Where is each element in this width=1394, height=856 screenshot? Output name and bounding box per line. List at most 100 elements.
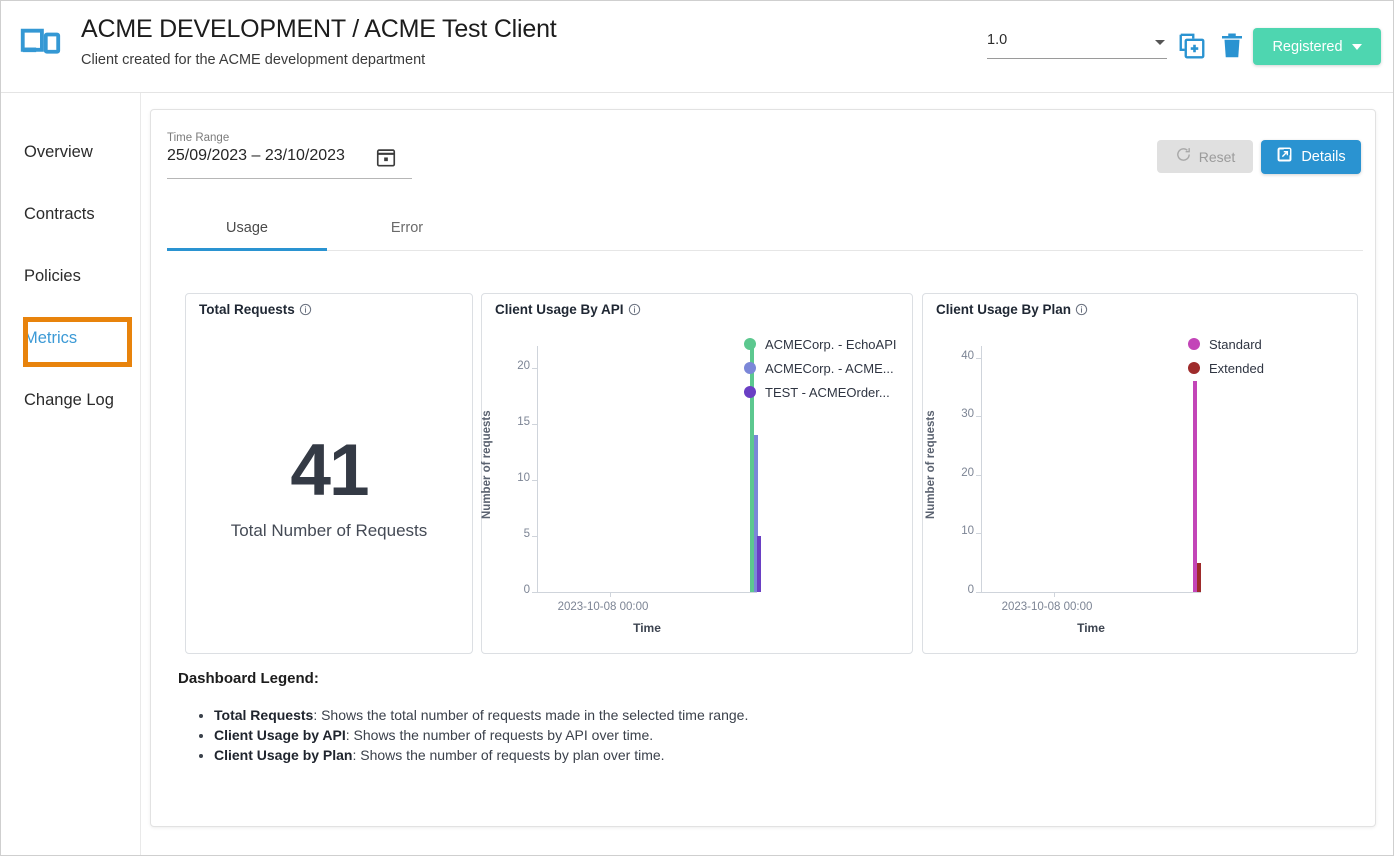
devices-icon — [17, 23, 63, 69]
x-axis-label: Time — [537, 621, 757, 635]
y-axis-line — [537, 346, 538, 592]
y-tick-label: 40 — [941, 350, 974, 362]
legend-desc: : Shows the number of requests by plan o… — [352, 747, 664, 763]
sidebar-item-label: Policies — [24, 267, 81, 286]
tab-label: Error — [391, 220, 423, 236]
legend-label: TEST - ACMEOrder... — [765, 385, 890, 400]
legend-desc: : Shows the number of requests by API ov… — [346, 727, 653, 743]
y-tick-label: 15 — [497, 416, 530, 428]
reset-button[interactable]: Reset — [1157, 140, 1253, 173]
x-tick-mark — [1054, 592, 1055, 597]
version-value: 1.0 — [987, 29, 1167, 48]
title-block: ACME DEVELOPMENT / ACME Test Client Clie… — [81, 15, 557, 68]
y-tick-label: 0 — [941, 584, 974, 596]
legend-item[interactable]: ACMECorp. - EchoAPI — [744, 332, 897, 356]
details-label: Details — [1301, 149, 1345, 165]
legend-item[interactable]: Standard — [1188, 332, 1264, 356]
x-axis-line — [537, 592, 757, 593]
tab-usage[interactable]: Usage — [167, 206, 327, 250]
bar — [757, 536, 761, 592]
card-title: Total Requests — [199, 302, 312, 317]
tab-error[interactable]: Error — [327, 206, 487, 250]
dashboard-legend: Dashboard Legend: Total Requests: Shows … — [178, 670, 1278, 765]
y-axis-line — [981, 346, 982, 592]
page-header: ACME DEVELOPMENT / ACME Test Client Clie… — [1, 1, 1393, 93]
sidebar-item-label: Metrics — [24, 329, 77, 348]
legend-label: ACMECorp. - ACME... — [765, 361, 894, 376]
x-tick-label: 2023-10-08 00:00 — [1002, 601, 1093, 613]
y-tick-label: 30 — [941, 408, 974, 420]
status-label: Registered — [1272, 39, 1342, 55]
y-tick-mark — [532, 536, 537, 537]
sidebar: Overview Contracts Policies Metrics Chan… — [1, 93, 141, 855]
y-tick-label: 10 — [941, 525, 974, 537]
sidebar-item-label: Change Log — [24, 391, 114, 410]
metrics-panel: Time Range 25/09/2023 – 23/10/2023 Reset — [150, 109, 1376, 827]
list-item: Total Requests: Shows the total number o… — [214, 705, 1278, 725]
y-tick-label: 0 — [497, 584, 530, 596]
legend-item[interactable]: TEST - ACMEOrder... — [744, 380, 897, 404]
sidebar-item-metrics[interactable]: Metrics — [1, 323, 141, 353]
dashboard-legend-title: Dashboard Legend: — [178, 670, 1278, 687]
refresh-icon — [1175, 146, 1192, 168]
info-icon[interactable] — [299, 303, 312, 316]
chevron-down-icon — [1352, 44, 1362, 50]
duplicate-add-icon[interactable] — [1177, 31, 1207, 61]
details-button[interactable]: Details — [1261, 140, 1361, 174]
legend-label: ACMECorp. - EchoAPI — [765, 337, 897, 352]
usage-by-plan-plot: 0 10 20 30 40 Number of requests 2023-10-08 00… — [923, 294, 1357, 653]
y-tick-label: 10 — [497, 472, 530, 484]
client-usage-by-api-card: Client Usage By API 05101520Number of re… — [481, 293, 913, 654]
y-axis-label: Number of requests — [925, 410, 937, 519]
y-axis-label: Number of requests — [481, 410, 493, 519]
x-tick-label: 2023-10-08 00:00 — [558, 601, 649, 613]
sidebar-item-label: Overview — [24, 143, 93, 162]
usage-by-api-legend: ACMECorp. - EchoAPI ACMECorp. - ACME... TE… — [744, 332, 897, 404]
time-range-label: Time Range — [167, 132, 412, 144]
total-requests-card: Total Requests 41 Total Number of Reques… — [185, 293, 473, 654]
legend-term: Total Requests — [214, 707, 313, 723]
reset-label: Reset — [1199, 149, 1236, 165]
client-usage-by-plan-card: Client Usage By Plan 010203040Number of … — [922, 293, 1358, 654]
y-tick-mark — [976, 592, 981, 593]
y-tick-mark — [976, 475, 981, 476]
bar — [1193, 381, 1197, 592]
sidebar-item-contracts[interactable]: Contracts — [1, 199, 141, 229]
y-tick-mark — [532, 368, 537, 369]
y-tick-mark — [976, 358, 981, 359]
page-subtitle: Client created for the ACME development … — [81, 52, 557, 68]
calendar-icon[interactable] — [375, 146, 397, 168]
y-tick-mark — [976, 533, 981, 534]
y-tick-mark — [532, 424, 537, 425]
legend-color-dot — [744, 338, 756, 350]
sidebar-item-policies[interactable]: Policies — [1, 261, 141, 291]
list-item: Client Usage by API: Shows the number of… — [214, 725, 1278, 745]
time-range-underline — [167, 178, 412, 179]
version-select[interactable]: 1.0 — [987, 29, 1167, 59]
legend-term: Client Usage by Plan — [214, 747, 352, 763]
y-tick-mark — [532, 480, 537, 481]
usage-by-plan-legend: Standard Extended — [1188, 332, 1264, 380]
x-axis-label: Time — [981, 621, 1201, 635]
sidebar-item-change-log[interactable]: Change Log — [1, 385, 141, 415]
sidebar-item-overview[interactable]: Overview — [1, 137, 141, 167]
y-tick-label: 20 — [941, 467, 974, 479]
legend-label: Standard — [1209, 337, 1262, 352]
total-requests-caption: Total Number of Requests — [186, 521, 472, 541]
trash-icon[interactable] — [1217, 31, 1247, 61]
y-tick-mark — [976, 416, 981, 417]
external-link-icon — [1276, 146, 1293, 168]
legend-item[interactable]: ACMECorp. - ACME... — [744, 356, 897, 380]
total-requests-value: 41 — [186, 429, 472, 512]
tab-bar: Usage Error — [167, 206, 1363, 251]
legend-label: Extended — [1209, 361, 1264, 376]
list-item: Client Usage by Plan: Shows the number o… — [214, 745, 1278, 765]
x-tick-mark — [610, 592, 611, 597]
status-dropdown-button[interactable]: Registered — [1253, 28, 1381, 65]
legend-item[interactable]: Extended — [1188, 356, 1264, 380]
legend-color-dot — [1188, 338, 1200, 350]
page-title: ACME DEVELOPMENT / ACME Test Client — [81, 15, 557, 44]
chevron-down-icon — [1155, 40, 1165, 45]
legend-desc: : Shows the total number of requests mad… — [313, 707, 748, 723]
tab-label: Usage — [226, 220, 268, 236]
